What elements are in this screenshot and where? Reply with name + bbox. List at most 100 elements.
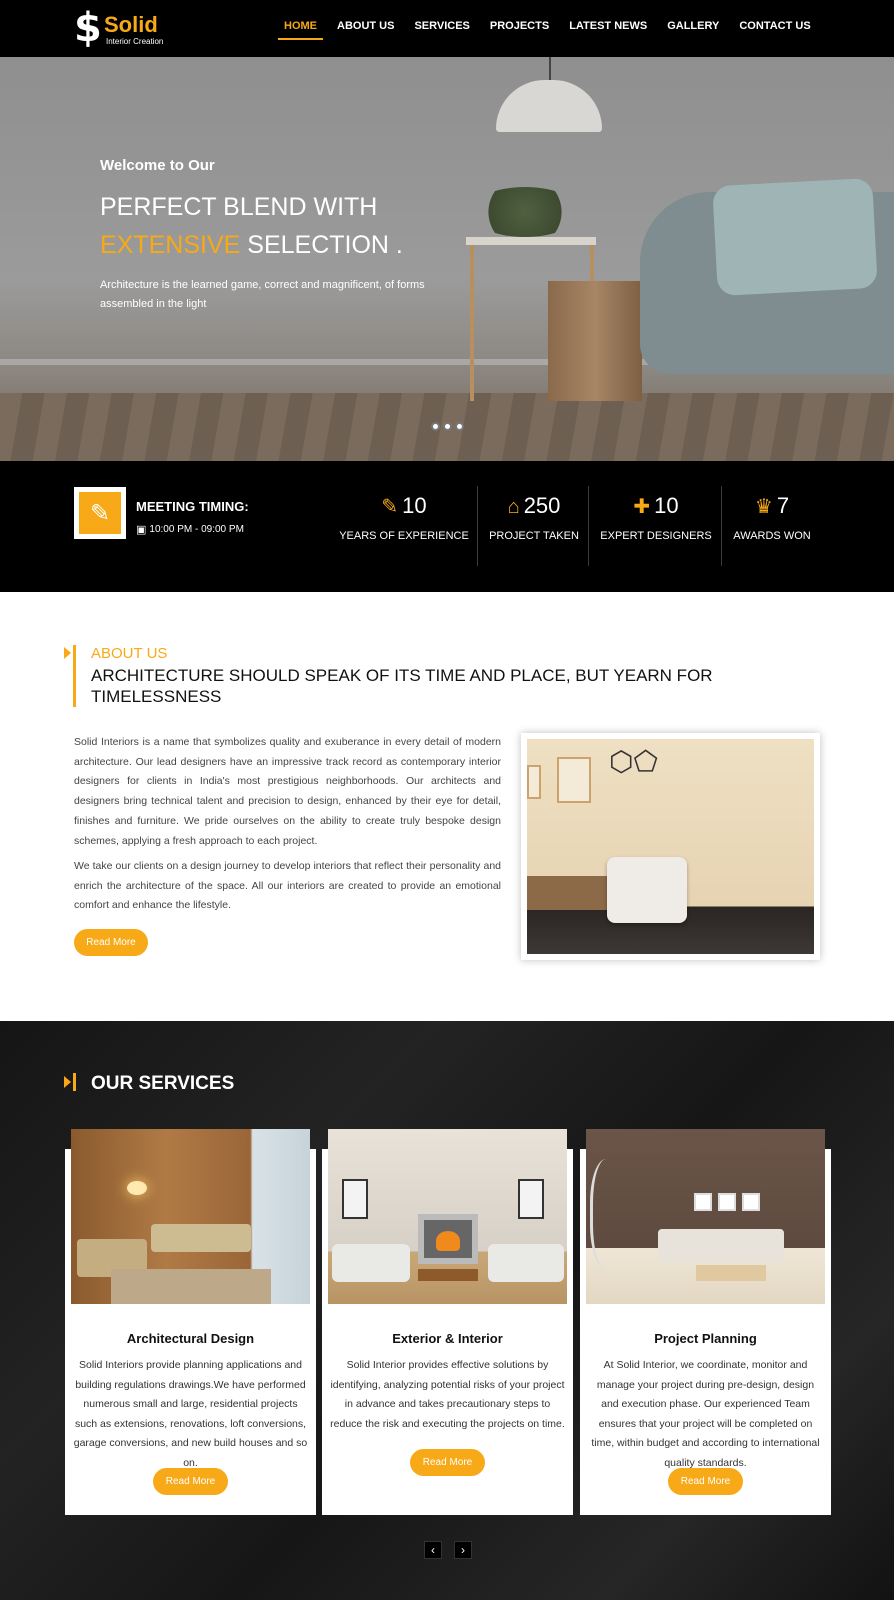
service-image — [328, 1129, 567, 1304]
slider-dot[interactable] — [455, 422, 464, 431]
stat-value: 250 — [523, 493, 561, 518]
site-header: $ Solid Interior Creation HOME ABOUT US … — [0, 0, 894, 57]
stat-divider — [477, 486, 478, 566]
service-description: Solid Interior provides effective soluti… — [330, 1359, 565, 1430]
hero-plant — [470, 187, 580, 237]
stat-label: AWARDS WON — [733, 530, 811, 542]
wall-frame — [527, 765, 541, 799]
about-title: ARCHITECTURE SHOULD SPEAK OF ITS TIME AN… — [91, 666, 713, 706]
wall-frame — [694, 1193, 712, 1211]
nav-item-services[interactable]: SERVICES — [414, 0, 469, 52]
coffee-table — [418, 1269, 478, 1281]
stat-awards: ♛ 7 AWARDS WON — [726, 487, 818, 565]
stat-value: 10 — [654, 493, 679, 518]
slider-dots — [431, 422, 467, 431]
hero-lamp-cord — [549, 57, 551, 81]
logo-name: Solid — [104, 12, 158, 37]
stat-years: ✎ 10 YEARS OF EXPERIENCE — [336, 487, 472, 565]
trophy-icon: ♛ — [754, 496, 773, 518]
hero-slider: Welcome to Our PERFECT BLEND WITH EXTENS… — [0, 57, 894, 461]
rug — [111, 1269, 271, 1304]
slider-dot[interactable] — [443, 422, 452, 431]
chevron-left-icon[interactable]: ‹ — [424, 1541, 442, 1559]
logo-dollar-icon: $ — [74, 5, 102, 51]
service-read-more-button[interactable]: Read More — [410, 1449, 485, 1476]
geometric-decor: ⬡⬠ — [609, 746, 658, 777]
about-kicker: ABOUT US — [91, 645, 168, 662]
meeting-time-row: ▣ 10:00 PM - 09:00 PM — [136, 523, 244, 536]
service-title: Project Planning — [654, 1331, 757, 1346]
service-title: Architectural Design — [126, 1331, 255, 1346]
hero-pillow — [712, 177, 878, 297]
hero-heading-line1: PERFECT BLEND WITH — [100, 193, 378, 221]
wall-frame — [557, 757, 591, 803]
nav-item-home[interactable]: HOME — [278, 0, 323, 40]
heading-marker-icon — [64, 1076, 71, 1088]
wall-art — [342, 1179, 368, 1219]
sofa — [151, 1224, 251, 1252]
logo[interactable]: $ Solid Interior Creation — [74, 6, 184, 50]
slider-dot[interactable] — [431, 422, 440, 431]
hero-subtitle: Architecture is the learned game, correc… — [100, 279, 425, 310]
about-paragraph-2: We take our clients on a design journey … — [74, 860, 501, 912]
hero-stand-top — [466, 237, 596, 245]
about-image: ⬡⬠ — [521, 733, 820, 960]
service-description: At Solid Interior, we coordinate, monito… — [591, 1359, 820, 1469]
chevron-right-icon[interactable]: › — [454, 1541, 472, 1559]
decor-branch — [590, 1159, 630, 1269]
hero-pendant-lamp — [496, 80, 602, 132]
calendar-icon: ▣ — [136, 524, 147, 536]
wall-frames — [694, 1193, 766, 1211]
nav-item-latest-news[interactable]: LATEST NEWS — [569, 0, 647, 52]
hero-stand-leg — [470, 245, 474, 401]
service-read-more-button[interactable]: Read More — [668, 1468, 743, 1495]
heading-bar — [73, 1073, 76, 1091]
nav-item-gallery[interactable]: GALLERY — [667, 0, 719, 52]
hero-welcome: Welcome to Our — [100, 157, 215, 174]
hero-side-table — [548, 281, 642, 401]
cabinet — [527, 876, 607, 910]
hero-heading-highlight: EXTENSIVE — [100, 231, 241, 259]
stat-designers: ✚ 10 EXPERT DESIGNERS — [596, 487, 716, 565]
about-paragraph-1: Solid Interiors is a name that symbolize… — [74, 736, 501, 847]
services-section: OUR SERVICES Architectural Design Solid … — [0, 1021, 894, 1600]
stat-label: YEARS OF EXPERIENCE — [339, 530, 469, 542]
armchair — [607, 857, 687, 923]
plus-icon: ✚ — [633, 496, 651, 518]
about-room-photo: ⬡⬠ — [527, 739, 814, 954]
nav-item-about-us[interactable]: ABOUT US — [337, 0, 394, 52]
about-read-more-button[interactable]: Read More — [74, 929, 148, 956]
stat-value: 10 — [402, 493, 427, 518]
stat-label: EXPERT DESIGNERS — [600, 530, 712, 542]
stats-band: ✎ MEETING TIMING: ▣ 10:00 PM - 09:00 PM … — [0, 461, 894, 592]
nav-item-projects[interactable]: PROJECTS — [490, 0, 549, 52]
service-card: Exterior & Interior Solid Interior provi… — [322, 1129, 573, 1515]
coffee-table — [696, 1265, 766, 1281]
edit-icon: ✎ — [381, 496, 399, 518]
stat-projects: ⌂ 250 PROJECT TAKEN — [482, 487, 586, 565]
stat-value: 7 — [776, 493, 790, 518]
logo-tagline: Interior Creation — [106, 37, 164, 46]
services-title: OUR SERVICES — [91, 1073, 235, 1094]
service-card: Project Planning At Solid Interior, we c… — [580, 1129, 831, 1515]
service-image — [586, 1129, 825, 1304]
fire — [436, 1231, 460, 1251]
wall-art — [518, 1179, 544, 1219]
nav-item-contact-us[interactable]: CONTACT US — [739, 0, 810, 52]
sofa — [332, 1244, 410, 1282]
hero-heading: PERFECT BLEND WITH EXTENSIVE SELECTION . — [100, 188, 430, 264]
hero-heading-line2: SELECTION . — [240, 231, 403, 259]
hero-caption: Welcome to Our PERFECT BLEND WITH EXTENS… — [100, 157, 430, 314]
meeting-time: 10:00 PM - 09:00 PM — [149, 524, 244, 535]
heading-marker-icon — [64, 647, 71, 659]
service-card: Architectural Design Solid Interiors pro… — [65, 1129, 316, 1515]
service-read-more-button[interactable]: Read More — [153, 1468, 228, 1495]
home-icon: ⌂ — [507, 496, 520, 518]
sofa — [658, 1229, 784, 1263]
stat-divider — [588, 486, 589, 566]
lamp — [127, 1181, 147, 1195]
main-nav: HOME ABOUT US SERVICES PROJECTS LATEST N… — [278, 0, 831, 57]
wall-frame — [742, 1193, 760, 1211]
wall-frame — [718, 1193, 736, 1211]
pencil-icon: ✎ — [79, 492, 121, 534]
